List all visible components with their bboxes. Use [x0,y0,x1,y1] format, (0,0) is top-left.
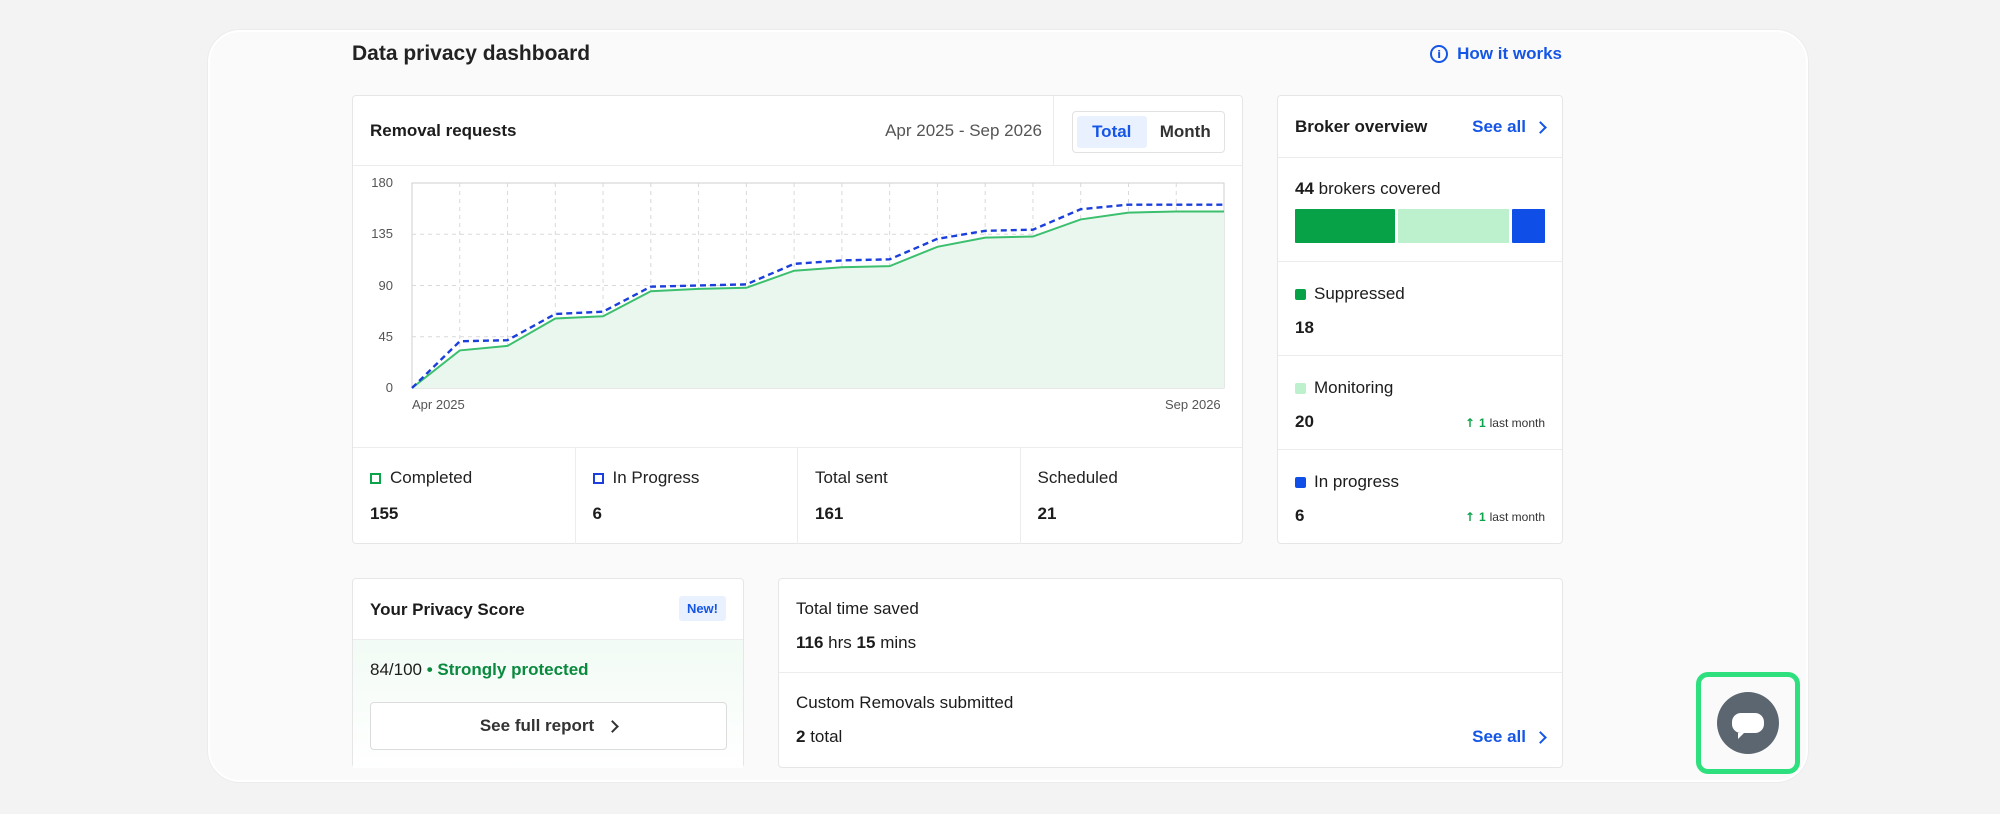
time-saved-value: 116 hrs 15 mins [796,633,916,653]
header-divider [1053,96,1054,165]
completed-legend-icon [370,472,381,484]
in-progress-delta-text: last month [1489,510,1545,524]
time-saved-hours-unit: hrs [828,633,852,652]
y-tick-label: 135 [371,226,393,242]
time-saved-card: Total time saved 116 hrs 15 mins Custom … [778,578,1563,768]
removal-requests-title: Removal requests [370,121,517,140]
toggle-month[interactable]: Month [1151,116,1221,148]
y-tick-label: 180 [371,175,393,190]
monitoring-value: 20 [1295,412,1314,431]
chat-button[interactable] [1717,692,1779,754]
in-progress-delta: ↑ 1 last month [1465,510,1545,524]
privacy-score-status: • Strongly protected [426,660,589,679]
monitoring-dot [1295,382,1306,394]
custom-removals-row: Custom Removals submitted 2 total See al… [779,673,1562,768]
broker-row-monitoring: Monitoring 20 ↑ 1 last month [1278,356,1562,450]
date-range: Apr 2025 - Sep 2026 [885,121,1042,140]
monitoring-delta: ↑ 1 last month [1465,416,1545,430]
stat-scheduled: Scheduled 21 [1019,448,1243,544]
stat-total-sent: Total sent 161 [797,448,1020,544]
suppressed-value: 18 [1295,318,1314,337]
in-progress-dot [1295,476,1306,488]
see-full-report-label: See full report [479,716,595,735]
brokers-covered: 44 brokers covered [1278,158,1562,262]
removal-requests-card: Removal requests Apr 2025 - Sep 2026 Tot… [352,95,1243,544]
stat-total-sent-value: 161 [815,504,844,523]
stat-in-progress: In Progress 6 [574,448,798,544]
monitoring-delta-value: 1 [1478,416,1486,430]
request-stats: Completed 155 In Progress 6 Total sent 1… [353,447,1242,544]
new-badge: New! [678,596,726,621]
brokers-covered-count: 44 [1295,179,1314,198]
broker-bar-segment [1295,209,1395,243]
custom-removals-see-all-link[interactable]: See all [1472,727,1547,747]
chevron-right-icon [1534,120,1547,134]
x-end-label: Sep 2026 [1165,397,1221,412]
y-tick-label: 0 [385,380,393,395]
arrow-up-icon: ↑ [1464,510,1475,524]
arrow-up-icon: ↑ [1464,416,1475,430]
in-progress-legend-icon [592,472,604,484]
x-start-label: Apr 2025 [412,397,465,412]
removal-requests-chart: Apr 2025 Sep 2026 0 45 90 135 180 [353,166,1242,443]
chevron-right-icon [606,719,620,733]
chart-canvas [411,182,1225,389]
broker-overview-card: Broker overview See all 44 brokers cover… [1277,95,1563,544]
privacy-score-card: Your Privacy Score New! 84/100 • Strongl… [352,578,744,768]
broker-bar-segment [1397,209,1509,243]
stat-scheduled-value: 21 [1037,504,1057,523]
privacy-score-header: Your Privacy Score New! [353,579,743,640]
broker-overview-title: Broker overview [1295,117,1428,136]
stat-completed: Completed 155 [353,448,575,544]
suppressed-label: Suppressed [1314,284,1405,303]
see-full-report-button[interactable]: See full report [370,702,727,750]
custom-removals-label: Custom Removals submitted [796,693,1014,712]
broker-in-progress-label: In progress [1314,472,1400,491]
broker-row-suppressed: Suppressed 18 [1278,262,1562,356]
y-tick-label: 45 [378,328,393,344]
privacy-score-title: Your Privacy Score [370,600,525,619]
custom-removals-count: 2 [796,727,806,746]
monitoring-label: Monitoring [1314,378,1394,397]
broker-status-bar [1295,209,1545,243]
broker-bar-segment [1511,209,1545,243]
stat-total-sent-label: Total sent [815,468,888,487]
how-it-works-link[interactable]: i How it works [1430,44,1562,64]
time-saved-row: Total time saved 116 hrs 15 mins [779,579,1562,673]
in-progress-delta-value: 1 [1478,510,1486,524]
time-saved-mins: 15 [856,633,876,652]
y-tick-label: 90 [378,277,393,293]
stat-in-progress-label: In Progress [612,468,700,487]
monitoring-delta-text: last month [1489,416,1545,430]
broker-in-progress-value: 6 [1295,506,1305,525]
broker-see-all-link[interactable]: See all [1472,117,1547,137]
stat-completed-label: Completed [390,468,473,487]
privacy-score-body: 84/100 • Strongly protected See full rep… [353,640,743,768]
suppressed-dot [1295,288,1306,300]
removal-requests-header: Removal requests Apr 2025 - Sep 2026 Tot… [353,96,1242,166]
stat-scheduled-label: Scheduled [1037,468,1118,487]
chat-bubble-icon [1732,713,1764,739]
broker-see-all-label: See all [1472,117,1526,136]
view-toggle: Total Month [1072,111,1225,153]
time-saved-hours: 116 [796,633,824,652]
custom-removals-unit: total [810,727,843,746]
broker-overview-header: Broker overview See all [1278,96,1562,158]
toggle-total[interactable]: Total [1077,116,1147,148]
broker-row-in-progress: In progress 6 ↑ 1 last month [1278,450,1562,544]
how-it-works-label: How it works [1457,44,1562,63]
stat-in-progress-value: 6 [592,504,602,523]
stat-completed-value: 155 [370,504,399,523]
time-saved-label: Total time saved [796,599,919,618]
custom-removals-value: 2 total [796,727,842,747]
chevron-right-icon [1534,730,1547,744]
time-saved-mins-unit: mins [880,633,917,652]
privacy-score-value: 84/100 [370,660,422,679]
custom-see-all-label: See all [1472,727,1526,746]
page-title: Data privacy dashboard [352,42,591,65]
info-icon: i [1430,45,1449,63]
brokers-covered-text: brokers covered [1318,179,1441,198]
